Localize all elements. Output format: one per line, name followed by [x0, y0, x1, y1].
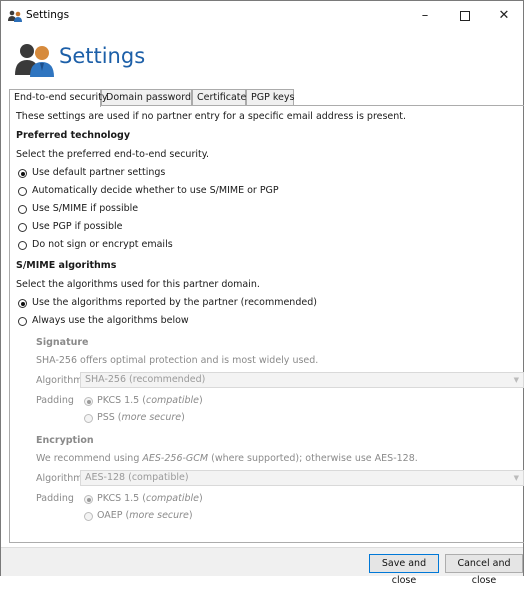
- settings-window: Settings – ✕ Settings End-to-end securit…: [0, 0, 524, 586]
- preferred-technology-description: Select the preferred end-to-end security…: [16, 149, 210, 160]
- option-label[interactable]: OAEP (more secure): [97, 510, 193, 521]
- signature-padding-label: Padding: [36, 395, 74, 406]
- radio-encryption-pkcs[interactable]: [84, 495, 93, 504]
- tab-domain-password[interactable]: Domain password: [101, 89, 192, 106]
- radio-use-default-partner-settings[interactable]: [18, 169, 27, 178]
- encryption-description: We recommend using AES-256-GCM (where su…: [36, 453, 418, 464]
- users-icon: [8, 10, 22, 22]
- radio-use-pgp[interactable]: [18, 223, 27, 232]
- preferred-technology-heading: Preferred technology: [16, 130, 131, 141]
- smime-algorithms-heading: S/MIME algorithms: [16, 260, 117, 271]
- minimize-button[interactable]: –: [406, 1, 444, 31]
- users-settings-icon: [15, 44, 54, 77]
- cancel-and-close-button[interactable]: Cancel and close: [445, 554, 523, 586]
- chevron-down-icon: ▼: [513, 474, 519, 482]
- radio-always-use-algorithms-below[interactable]: [18, 317, 27, 326]
- radio-signature-pkcs[interactable]: [84, 397, 93, 406]
- intro-text: These settings are used if no partner en…: [16, 111, 407, 122]
- button-bar: Save and close Cancel and close: [1, 547, 523, 586]
- signature-algorithm-label: Algorithm: [36, 375, 83, 386]
- radio-use-partner-algorithms[interactable]: [18, 299, 27, 308]
- encryption-padding-label: Padding: [36, 493, 74, 504]
- tab-pgp-keys[interactable]: PGP keys: [246, 89, 294, 106]
- save-and-close-button[interactable]: Save and close: [369, 554, 439, 586]
- panel-divider: [9, 542, 524, 543]
- chevron-down-icon: ▼: [513, 376, 519, 384]
- tab-end-to-end-security[interactable]: End-to-end security: [9, 89, 107, 107]
- encryption-algorithm-label: Algorithm: [36, 473, 83, 484]
- window-title: Settings: [26, 9, 70, 21]
- option-label[interactable]: PSS (more secure): [97, 412, 185, 423]
- encryption-heading: Encryption: [36, 435, 94, 446]
- option-label[interactable]: Automatically decide whether to use S/MI…: [32, 185, 279, 196]
- tab-certificates[interactable]: Certificates: [192, 89, 251, 106]
- radio-do-not-sign[interactable]: [18, 241, 27, 250]
- close-button[interactable]: ✕: [485, 1, 523, 31]
- option-label[interactable]: PKCS 1.5 (compatible): [97, 395, 203, 406]
- radio-encryption-oaep[interactable]: [84, 512, 93, 521]
- maximize-button[interactable]: [446, 1, 484, 31]
- option-label[interactable]: Use the algorithms reported by the partn…: [32, 297, 317, 308]
- radio-signature-pss[interactable]: [84, 414, 93, 423]
- radio-use-smime[interactable]: [18, 205, 27, 214]
- signature-algorithm-select[interactable]: SHA-256 (recommended) ▼: [80, 372, 524, 388]
- page-title: Settings: [59, 44, 146, 68]
- radio-auto-decide[interactable]: [18, 187, 27, 196]
- option-label[interactable]: Use PGP if possible: [32, 221, 123, 232]
- option-label[interactable]: PKCS 1.5 (compatible): [97, 493, 203, 504]
- smime-algorithms-description: Select the algorithms used for this part…: [16, 279, 260, 290]
- option-label[interactable]: Always use the algorithms below: [32, 315, 189, 326]
- option-label[interactable]: Do not sign or encrypt emails: [32, 239, 173, 250]
- signature-description: SHA-256 offers optimal protection and is…: [36, 355, 319, 366]
- title-bar[interactable]: Settings – ✕: [1, 1, 523, 31]
- signature-heading: Signature: [36, 337, 89, 348]
- option-label[interactable]: Use default partner settings: [32, 167, 165, 178]
- option-label[interactable]: Use S/MIME if possible: [32, 203, 138, 214]
- encryption-algorithm-select[interactable]: AES-128 (compatible) ▼: [80, 470, 524, 486]
